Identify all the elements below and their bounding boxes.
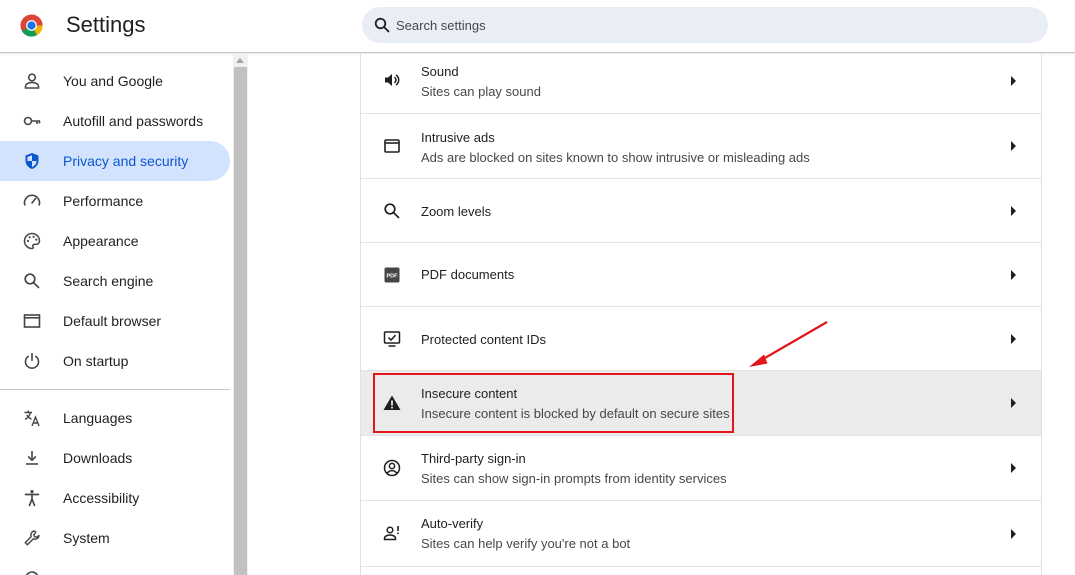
setting-title: Zoom levels [421,204,492,219]
accessibility-icon [24,490,40,507]
shield-icon [25,153,39,169]
sidebar-item-partial[interactable] [0,558,230,575]
sidebar-item-label: Privacy and security [63,153,189,169]
account-circle-icon [383,459,401,477]
scroll-up-icon[interactable] [236,58,244,63]
arrow-right-icon [1011,463,1016,473]
wrench-icon [24,530,40,546]
sidebar-divider [0,389,230,390]
palette-icon [23,232,41,250]
setting-title: Third-party sign-in [421,451,526,466]
sidebar-item-autofill[interactable]: Autofill and passwords [0,101,230,141]
arrow-right-icon [1011,398,1016,408]
scrollbar-thumb[interactable] [234,67,247,575]
sidebar-item-on-startup[interactable]: On startup [0,341,230,381]
setting-row-intrusive-ads[interactable]: Intrusive ads Ads are blocked on sites k… [361,114,1041,179]
site-settings-card: Sound Sites can play sound Intrusive ads… [360,54,1042,575]
protected-content-icon [383,331,401,347]
power-icon [24,352,40,369]
search-icon [384,203,400,219]
sidebar-item-search-engine[interactable]: Search engine [0,261,230,301]
arrow-right-icon [1011,270,1016,280]
sidebar-item-system[interactable]: System [0,518,230,558]
arrow-right-icon [1011,206,1016,216]
chrome-logo-icon [20,14,43,37]
setting-subtitle: Sites can help verify you're not a bot [421,536,631,551]
browser-window-icon [384,139,400,153]
arrow-right-icon [1011,76,1016,86]
page-title: Settings [66,12,146,37]
sidebar-item-label: Search engine [63,273,154,289]
arrow-right-icon [1011,141,1016,151]
sidebar-item-label: Appearance [63,233,139,249]
setting-title: Auto-verify [421,516,484,531]
translate-icon [24,410,40,427]
download-icon [26,451,38,465]
sidebar-item-label: Languages [63,410,133,426]
sidebar-item-label: Accessibility [63,490,140,506]
sidebar-item-appearance[interactable]: Appearance [0,221,230,261]
sidebar-item-privacy-security[interactable]: Privacy and security [0,141,230,181]
speaker-icon [385,74,400,86]
setting-row-zoom-levels[interactable]: Zoom levels [361,179,1041,243]
sidebar-item-label: Downloads [63,450,133,466]
sidebar-item-label: On startup [63,353,129,369]
svg-text:PDF: PDF [387,274,399,280]
setting-row-auto-verify[interactable]: Auto-verify Sites can help verify you're… [361,501,1041,567]
setting-row-sound[interactable]: Sound Sites can play sound [361,54,1041,114]
speedometer-icon [23,194,41,206]
sidebar-item-default-browser[interactable]: Default browser [0,301,230,341]
sidebar-item-label: Performance [63,193,144,209]
history-icon [25,571,39,575]
sidebar-item-performance[interactable]: Performance [0,181,230,221]
key-icon [23,116,41,126]
sidebar-item-label: System [63,530,110,546]
setting-title: Intrusive ads [421,130,495,145]
setting-title: Insecure content [421,386,518,401]
sidebar-item-label: You and Google [63,73,163,89]
arrow-right-icon [1011,334,1016,344]
setting-subtitle: Sites can play sound [421,84,541,99]
setting-subtitle: Insecure content is blocked by default o… [421,406,730,421]
sidebar-item-accessibility[interactable]: Accessibility [0,478,230,518]
setting-row-pdf-documents[interactable]: PDF PDF documents [361,243,1041,307]
warning-icon [383,395,401,410]
setting-title: PDF documents [421,267,515,282]
pdf-icon: PDF [384,267,400,283]
search-box[interactable] [362,7,1048,43]
sidebar-item-downloads[interactable]: Downloads [0,438,230,478]
search-icon [374,17,390,33]
setting-title: Protected content IDs [421,332,547,347]
browser-window-icon [23,314,41,328]
search-icon [24,273,40,289]
sidebar-item-label: Default browser [63,313,162,329]
sidebar-item-languages[interactable]: Languages [0,398,230,438]
person-icon [24,73,40,89]
setting-title: Sound [421,64,459,79]
setting-subtitle: Ads are blocked on sites known to show i… [421,150,810,165]
setting-row-third-party-sign-in[interactable]: Third-party sign-in Sites can show sign-… [361,436,1041,501]
sidebar-item-you-and-google[interactable]: You and Google [0,61,230,101]
arrow-right-icon [1011,529,1016,539]
setting-row-protected-content[interactable]: Protected content IDs [361,307,1041,371]
sidebar: You and Google Autofill and passwords Pr… [0,54,232,575]
search-input[interactable] [396,7,1016,43]
setting-row-insecure-content[interactable]: Insecure content Insecure content is blo… [361,371,1041,436]
setting-subtitle: Sites can show sign-in prompts from iden… [421,471,727,486]
sidebar-scrollbar[interactable] [233,54,248,575]
top-bar: Settings [0,0,1075,53]
sidebar-item-label: Autofill and passwords [63,113,204,129]
person-verify-icon [383,526,399,541]
